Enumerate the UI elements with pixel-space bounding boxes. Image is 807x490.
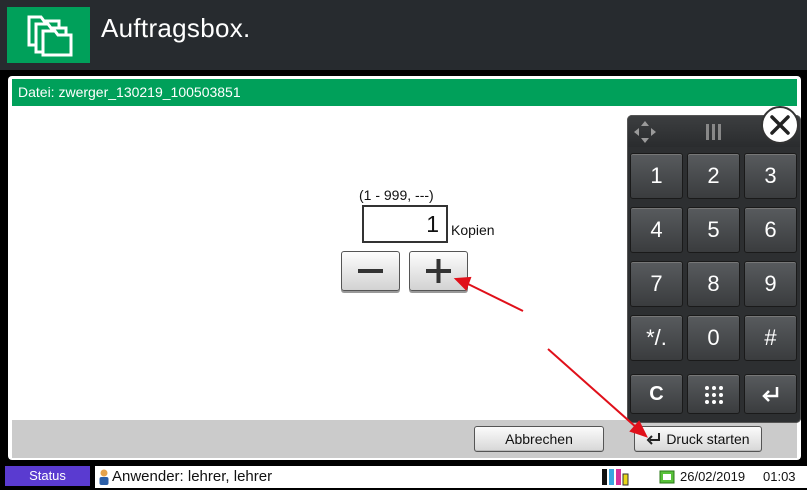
user-icon <box>99 469 109 485</box>
increase-button[interactable] <box>409 251 468 291</box>
key-9[interactable]: 9 <box>744 261 797 307</box>
status-bar: Status Anwender: lehrer, lehrer 26/02/20… <box>0 464 807 490</box>
cancel-button[interactable]: Abbrechen <box>474 426 604 452</box>
grid-icon <box>704 386 723 404</box>
cancel-button-label: Abbrechen <box>505 431 573 447</box>
decrease-button[interactable] <box>341 251 400 291</box>
key-clear[interactable]: C <box>630 374 683 414</box>
folders-icon <box>7 7 90 63</box>
drag-handle-icon <box>706 124 721 140</box>
status-time: 01:03 <box>763 469 796 484</box>
key-5[interactable]: 5 <box>687 207 740 253</box>
key-8[interactable]: 8 <box>687 261 740 307</box>
key-star-dot[interactable]: */. <box>630 315 683 361</box>
key-6[interactable]: 6 <box>744 207 797 253</box>
key-7[interactable]: 7 <box>630 261 683 307</box>
start-print-button[interactable]: Druck starten <box>634 426 762 452</box>
user-label: Anwender: lehrer, lehrer <box>112 468 273 485</box>
action-bar: Abbrechen Druck starten <box>12 420 797 458</box>
key-grid[interactable] <box>687 374 740 414</box>
key-hash[interactable]: # <box>744 315 797 361</box>
status-date: 26/02/2019 <box>680 469 746 484</box>
enter-icon <box>647 433 661 445</box>
close-icon <box>770 115 790 135</box>
copies-unit-label: Kopien <box>451 222 495 238</box>
enter-icon <box>761 387 778 402</box>
status-tab[interactable]: Status <box>5 466 90 486</box>
key-0[interactable]: 0 <box>687 315 740 361</box>
key-enter[interactable] <box>744 374 797 414</box>
plus-icon <box>426 259 451 283</box>
app-header: Auftragsbox. <box>0 0 807 70</box>
numeric-keypad: 1 2 3 4 5 6 7 8 9 */. 0 # C <box>627 115 801 423</box>
page-title: Auftragsbox. <box>101 13 251 43</box>
close-keypad-button[interactable] <box>761 106 799 144</box>
copies-range-hint: (1 - 999, ---) <box>359 187 434 203</box>
user-info-bar: Anwender: lehrer, lehrer 26/02/2019 01:0… <box>95 466 807 488</box>
minus-icon <box>358 269 383 273</box>
key-4[interactable]: 4 <box>630 207 683 253</box>
toner-level-icon <box>602 469 629 486</box>
move-icon[interactable] <box>632 119 658 145</box>
copies-input[interactable]: 1 <box>362 205 448 243</box>
key-2[interactable]: 2 <box>687 153 740 199</box>
key-3[interactable]: 3 <box>744 153 797 199</box>
start-print-button-label: Druck starten <box>666 431 750 447</box>
key-1[interactable]: 1 <box>630 153 683 199</box>
calendar-icon <box>659 470 675 484</box>
file-name-bar: Datei: zwerger_130219_100503851 <box>12 79 797 106</box>
